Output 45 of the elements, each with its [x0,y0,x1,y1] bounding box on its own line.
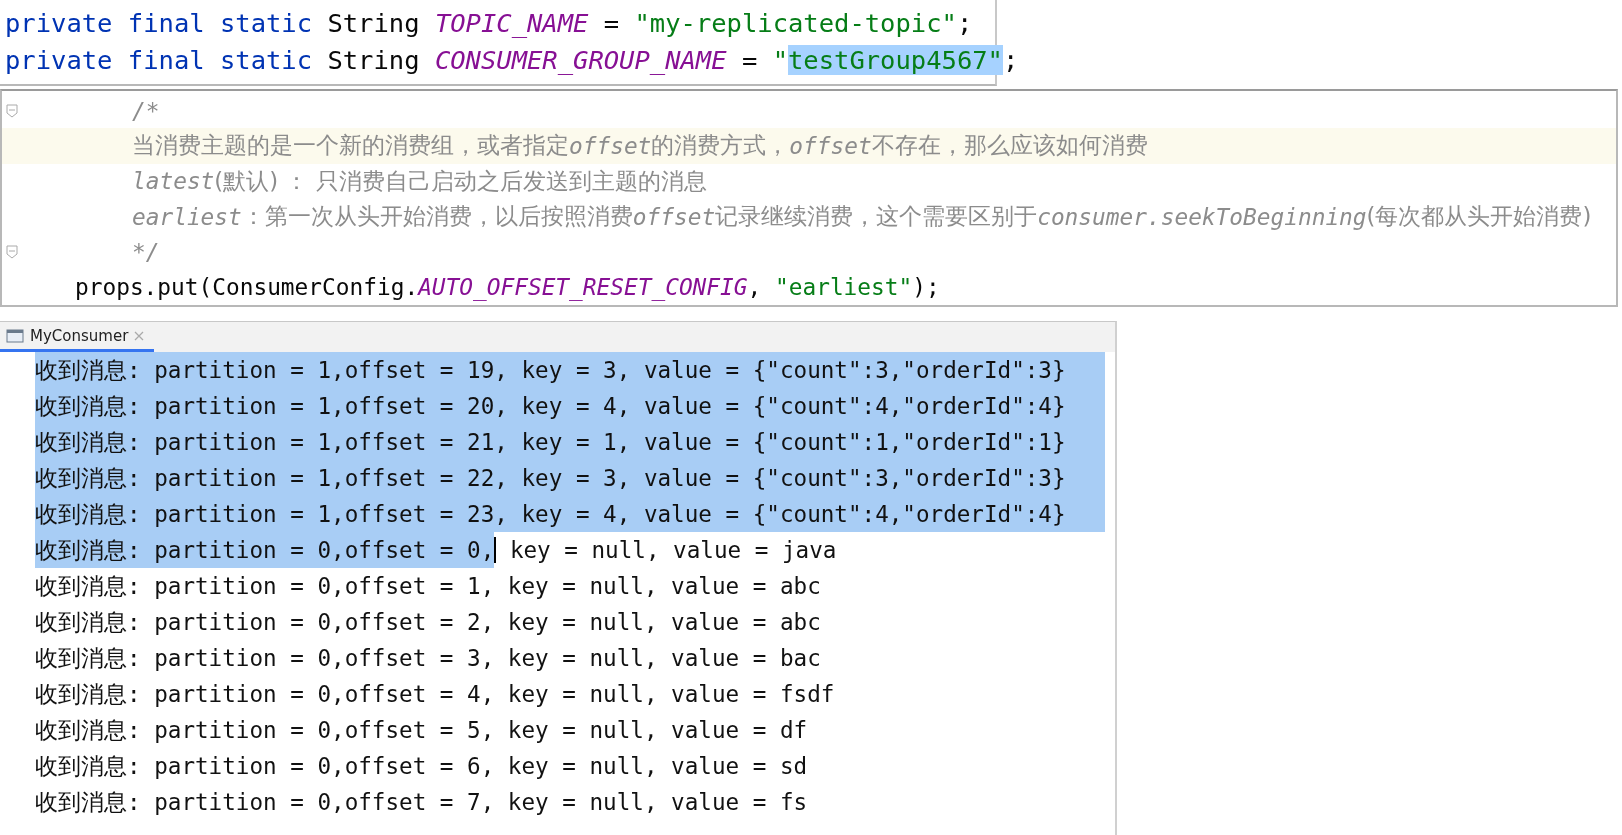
code-token: ; [956,7,973,38]
code-token: */ [132,238,160,265]
code-token: String [327,7,421,38]
code-token: 记录继续消费，这个需要区别于 [715,202,1038,232]
code-token: 的消费方式， [651,131,790,161]
text-cursor [494,537,497,563]
console-line: 收到消息: partition = 0,offset = 4, key = null, value = fsdf [35,680,835,709]
code-token: "my-replicated-topic" [634,7,957,38]
code-token: earliest [132,203,242,230]
console-line: 收到消息: partition = 0,offset = 2, key = null, value = abc [35,608,821,637]
code-token: 不存在，那么应该如何消费 [871,131,1148,161]
code-token: = [740,44,759,75]
code-token: 当消费主题的是一个新的消费组，或者指定 [132,131,569,161]
code-token: = [602,7,621,38]
code-token: ); [912,274,940,301]
code-token: latest [132,168,215,195]
close-icon[interactable] [134,330,145,341]
code-token: ; [1002,44,1019,75]
console-line: 收到消息: partition = 0,offset = 5, key = null, value = df [35,716,808,745]
console-line: 收到消息: partition = 0,offset = 3, key = null, value = bac [35,644,821,673]
code-token: offset [569,133,652,159]
code-token: "earliest" [775,274,913,301]
code-token: (默认) ： 只消费自己启动之后发送到主题的消息 [214,166,707,196]
code-token: offset [789,133,872,159]
code-token: String [327,44,421,75]
code-token: TOPIC_NAME [434,7,589,38]
code-token: private final static [5,44,314,75]
code-token: ：第一次从头开始消费，以后按照消费 [241,202,633,232]
code-token: " [772,44,788,75]
code-token: /* [132,97,160,124]
console-icon [6,327,24,344]
code-token: CONSUMER_GROUP_NAME [434,44,727,75]
fold-icon[interactable] [6,244,18,259]
code-token: (每次都从头开始消费) [1366,202,1592,232]
fold-icon[interactable] [6,103,18,118]
console-line: 收到消息: partition = 0,offset = 7, key = null, value = fs [35,788,808,817]
selected-text: testGroup4567" [788,44,1003,75]
console-line: key = null, value = java [508,536,837,565]
code-token: private final static [5,7,314,38]
code-token: offset [632,203,716,230]
code-token: consumer.seekToBeginning [1037,203,1367,230]
console-line: 收到消息: partition = 0,offset = 6, key = null, value = sd [35,752,808,781]
code-token: , [747,274,763,301]
code-token: AUTO_OFFSET_RESET_CONFIG [418,274,748,301]
console-line: 收到消息: partition = 0,offset = 1, key = null, value = abc [35,572,821,601]
